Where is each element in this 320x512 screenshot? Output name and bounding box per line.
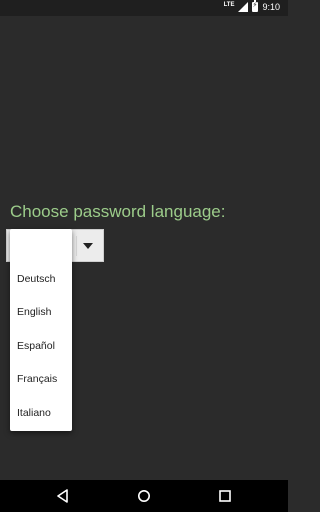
- language-option-espanol[interactable]: Español: [10, 329, 72, 363]
- home-icon[interactable]: [137, 489, 151, 503]
- language-option-deutsch[interactable]: Deutsch: [10, 262, 72, 296]
- back-icon[interactable]: [56, 489, 70, 503]
- spinner-divider: [76, 236, 77, 256]
- language-option-italiano[interactable]: Italiano: [10, 396, 72, 430]
- network-type-label: LTE: [223, 2, 235, 8]
- battery-charging-icon: [252, 0, 259, 12]
- caret-down-icon[interactable]: [83, 243, 93, 249]
- signal-icon: [238, 2, 249, 12]
- recents-icon[interactable]: [218, 489, 232, 503]
- dropdown-top-padding: [10, 229, 72, 262]
- status-bar: LTE 9:10: [0, 0, 288, 16]
- status-icons: LTE 9:10: [223, 0, 280, 12]
- choose-language-label: Choose password language:: [10, 202, 226, 221]
- language-option-english[interactable]: English: [10, 296, 72, 330]
- language-dropdown-menu: Deutsch English Español Français Italian…: [10, 229, 72, 431]
- clock: 9:10: [262, 2, 280, 12]
- navigation-bar: [0, 480, 288, 512]
- language-option-francais[interactable]: Français: [10, 363, 72, 397]
